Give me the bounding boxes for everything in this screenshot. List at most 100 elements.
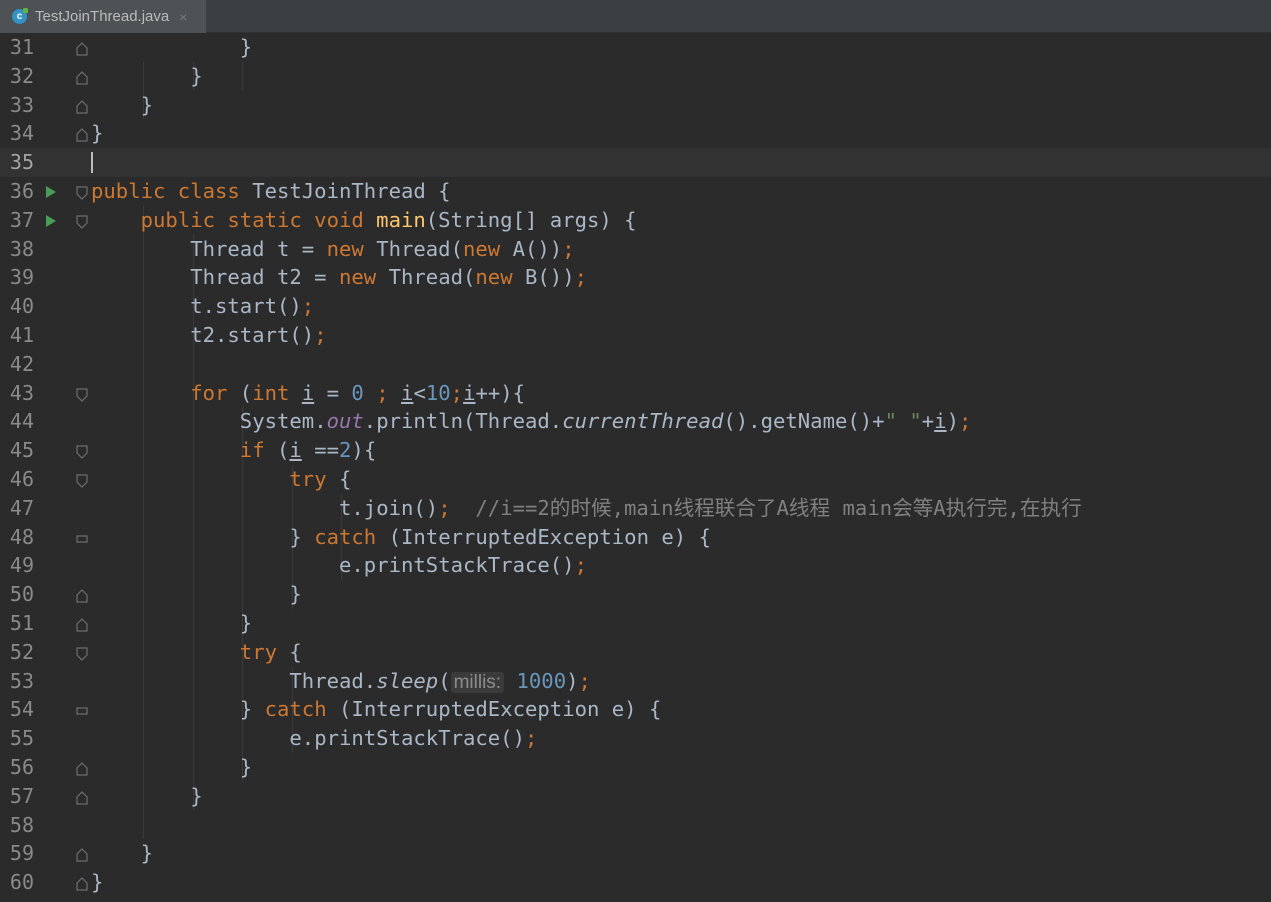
code-line[interactable]: 54} catch (InterruptedException e) { <box>0 695 1271 724</box>
code-token: ){ <box>351 438 377 463</box>
code-line[interactable]: 31} <box>0 33 1271 62</box>
code-line[interactable]: 58 <box>0 811 1271 840</box>
code-line[interactable]: 37 public static void main(String[] args)… <box>0 206 1271 235</box>
code-line[interactable]: 44 System.out.println(Thread.currentThrea… <box>0 407 1271 436</box>
code-line[interactable]: 45 if (i ==2){ <box>0 436 1271 465</box>
code-token: = <box>314 380 352 405</box>
java-class-icon: c <box>12 8 28 24</box>
code-line[interactable]: 46 try { <box>0 465 1271 494</box>
line-number: 37 <box>9 207 34 232</box>
fold-start-icon[interactable] <box>76 185 88 200</box>
code-line[interactable]: 36 public class TestJoinThread { <box>0 177 1271 206</box>
fold-start-icon[interactable] <box>76 214 88 229</box>
fold-start-icon[interactable] <box>76 646 88 661</box>
code-token: + <box>921 409 935 434</box>
code-token: i <box>463 380 476 405</box>
line-number: 51 <box>9 611 34 635</box>
code-token: ; <box>958 409 972 434</box>
code-line[interactable]: 35 <box>0 148 1271 177</box>
code-token: ; <box>574 265 588 290</box>
code-line[interactable]: 34} <box>0 119 1271 148</box>
code-text: t2.start(); <box>190 321 326 350</box>
fold-end-icon[interactable] <box>76 876 88 891</box>
fold-end-icon[interactable] <box>76 99 88 114</box>
fold-end-icon[interactable] <box>76 70 88 85</box>
close-icon[interactable]: × <box>179 9 187 25</box>
code-text: e.printStackTrace(); <box>289 724 537 753</box>
fold-start-icon[interactable] <box>76 444 88 460</box>
code-token: 10 <box>425 380 451 405</box>
code-line[interactable]: 43 for (int i = 0 ; i<10;i++){ <box>0 379 1271 408</box>
fold-end-icon[interactable] <box>76 847 88 862</box>
code-line[interactable]: 38 Thread t = new Thread(new A()); <box>0 235 1271 264</box>
fold-end-icon[interactable] <box>76 617 88 632</box>
code-token: A()) <box>512 236 563 261</box>
code-token: == <box>301 438 340 463</box>
code-text: public class TestJoinThread { <box>91 177 451 206</box>
file-tab[interactable]: c TestJoinThread.java × <box>0 0 206 33</box>
code-token: new <box>338 265 389 290</box>
code-token: TestJoinThread { <box>252 179 451 203</box>
code-line[interactable]: 32} <box>0 62 1271 91</box>
fold-mid-icon[interactable] <box>76 703 88 717</box>
code-token: catch <box>264 697 340 722</box>
code-token: (String[] args) { <box>425 207 637 232</box>
run-gutter-icon[interactable] <box>46 214 56 227</box>
code-text: try { <box>289 465 351 494</box>
line-number: 44 <box>9 409 34 434</box>
code-text: } <box>289 580 301 609</box>
code-line[interactable]: 55 e.printStackTrace(); <box>0 724 1271 753</box>
code-line[interactable]: 50} <box>0 580 1271 609</box>
code-text: } catch (InterruptedException e) { <box>240 695 662 724</box>
code-token: ) <box>946 409 959 434</box>
line-number: 34 <box>9 121 34 146</box>
code-token: } <box>140 92 153 117</box>
fold-end-icon[interactable] <box>76 761 88 776</box>
code-token: public static void <box>140 207 377 232</box>
code-token: .println(Thread. <box>363 409 563 434</box>
code-text: Thread t = new Thread(new A()); <box>190 235 574 264</box>
line-number: 47 <box>9 495 34 520</box>
code-token: try <box>289 467 339 491</box>
code-token: ().getName()+ <box>723 409 885 434</box>
code-token: main <box>376 207 426 232</box>
code-line[interactable]: 48} catch (InterruptedException e) { <box>0 523 1271 552</box>
code-text: for (int i = 0 ; i<10;i++){ <box>190 379 525 408</box>
code-line[interactable]: 39 Thread t2 = new Thread(new B()); <box>0 263 1271 292</box>
code-line[interactable]: 59} <box>0 839 1271 868</box>
code-line[interactable]: 60} <box>0 868 1271 897</box>
fold-start-icon[interactable] <box>76 387 88 402</box>
fold-end-icon[interactable] <box>76 790 88 805</box>
code-line[interactable]: 51} <box>0 609 1271 638</box>
line-number: 41 <box>9 323 34 347</box>
code-text: } <box>190 62 202 91</box>
fold-end-icon[interactable] <box>76 588 88 603</box>
code-token: ; <box>450 380 464 405</box>
code-editor[interactable]: 31} 32} 33} 34} 35 36 public class TestJoinThr… <box>0 33 1271 902</box>
code-line[interactable]: 41 t2.start(); <box>0 321 1271 350</box>
code-line[interactable]: 52 try { <box>0 638 1271 667</box>
code-token: 2 <box>339 438 352 463</box>
code-line[interactable]: 56} <box>0 753 1271 782</box>
code-line[interactable]: 57} <box>0 782 1271 811</box>
code-token: } <box>239 755 253 779</box>
code-line[interactable]: 53 Thread.sleep(millis: 1000); <box>0 667 1271 696</box>
run-gutter-icon[interactable] <box>46 186 56 198</box>
code-line[interactable]: 42 <box>0 350 1271 379</box>
code-line[interactable]: 47 t.join(); //i==2的时候,main线程联合了A线程 main会… <box>0 494 1271 523</box>
line-number: 42 <box>9 351 34 376</box>
fold-mid-icon[interactable] <box>76 531 88 545</box>
fold-end-icon[interactable] <box>76 41 88 56</box>
line-number: 55 <box>9 726 34 751</box>
line-number: 58 <box>9 812 34 837</box>
code-token: } <box>190 63 203 88</box>
code-token: } <box>190 783 203 808</box>
code-text: } <box>240 33 252 62</box>
code-line[interactable]: 33} <box>0 91 1271 120</box>
fold-start-icon[interactable] <box>76 473 88 488</box>
code-line[interactable]: 40 t.start(); <box>0 292 1271 321</box>
line-number: 43 <box>9 380 34 405</box>
fold-end-icon[interactable] <box>76 127 88 142</box>
code-line[interactable]: 49 e.printStackTrace(); <box>0 551 1271 580</box>
code-text: } <box>240 753 252 782</box>
